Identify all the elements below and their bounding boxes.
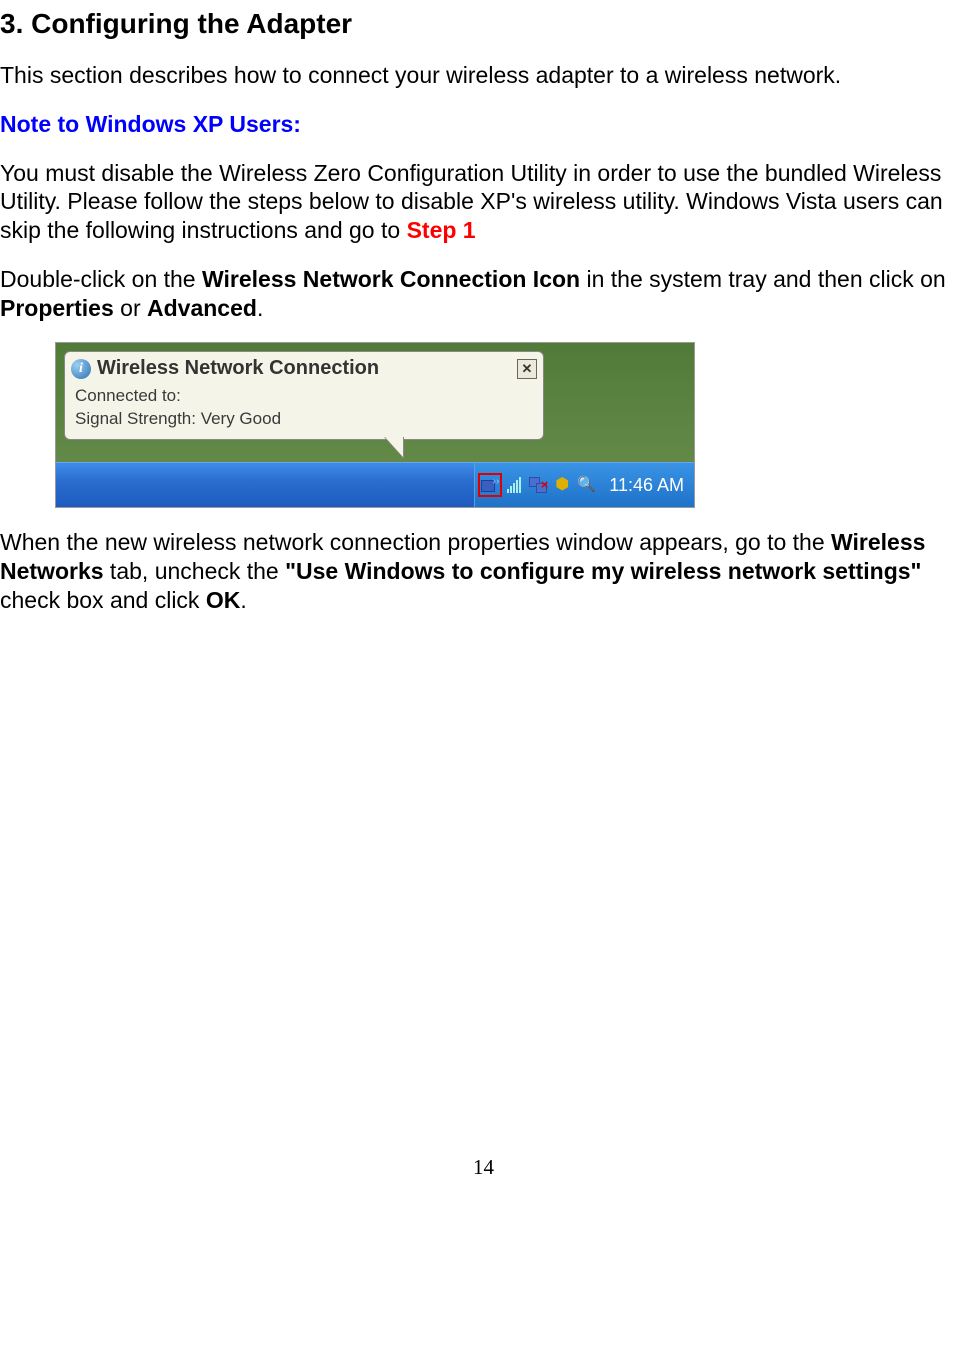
page-number: 14 — [0, 1154, 967, 1180]
notification-balloon[interactable]: i Wireless Network Connection ✕ Connecte… — [64, 351, 544, 440]
text: tab, uncheck the — [104, 558, 286, 584]
taskbar: ›› × ⬢ 🔍 11:46 AM — [56, 462, 694, 507]
security-shield-icon[interactable]: ⬢ — [553, 476, 571, 494]
search-icon[interactable]: 🔍 — [577, 476, 595, 494]
balloon-body: Connected to: Signal Strength: Very Good — [65, 383, 543, 439]
advanced-text: Advanced — [147, 295, 257, 321]
text: Double-click on the — [0, 266, 202, 292]
balloon-header: i Wireless Network Connection ✕ — [65, 352, 543, 383]
properties-text: Properties — [0, 295, 114, 321]
wireless-icon-name: Wireless Network Connection Icon — [202, 266, 580, 292]
text: or — [114, 295, 147, 321]
text: check box and click — [0, 587, 206, 613]
use-windows-checkbox-text: "Use Windows to configure my wireless ne… — [285, 558, 921, 584]
network-disconnected-icon[interactable]: × — [529, 476, 547, 494]
balloon-title: Wireless Network Connection — [97, 356, 517, 381]
note-title: Note to Windows XP Users: — [0, 110, 967, 139]
wireless-tray-icon[interactable]: ›› — [481, 476, 499, 494]
close-icon[interactable]: ✕ — [517, 359, 537, 379]
screenshot-tray-balloon: i Wireless Network Connection ✕ Connecte… — [55, 342, 695, 508]
instruction-paragraph-1: Double-click on the Wireless Network Con… — [0, 265, 967, 323]
system-tray: ›› × ⬢ 🔍 11:46 AM — [474, 463, 694, 507]
section-heading: 3. Configuring the Adapter — [0, 6, 967, 41]
step-1-text: Step 1 — [407, 217, 476, 243]
text: in the system tray and then click on — [580, 266, 946, 292]
text: . — [257, 295, 263, 321]
text: When the new wireless network connection… — [0, 529, 831, 555]
signal-bars-icon[interactable] — [505, 476, 523, 494]
intro-paragraph: This section describes how to connect yo… — [0, 61, 967, 90]
instruction-paragraph-2: When the new wireless network connection… — [0, 528, 967, 614]
ok-button-text: OK — [206, 587, 241, 613]
tray-clock[interactable]: 11:46 AM — [609, 474, 684, 497]
balloon-connected-to: Connected to: — [75, 385, 533, 408]
balloon-signal-strength: Signal Strength: Very Good — [75, 408, 533, 431]
text: . — [240, 587, 246, 613]
note-body: You must disable the Wireless Zero Confi… — [0, 159, 967, 245]
info-icon: i — [71, 359, 91, 379]
